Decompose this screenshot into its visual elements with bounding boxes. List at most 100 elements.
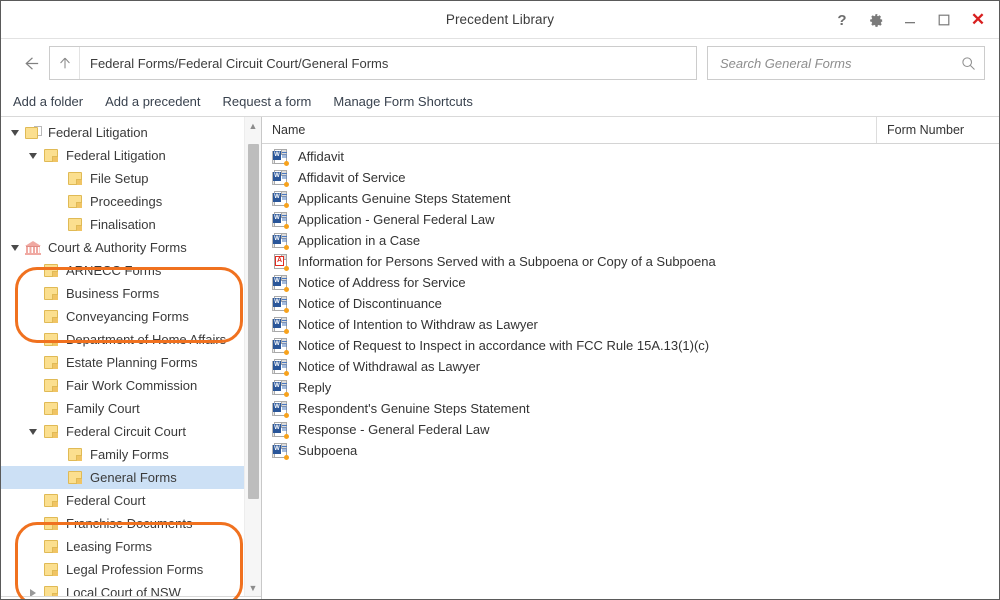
tree-item-court-authority-forms[interactable]: Court & Authority Forms bbox=[1, 236, 244, 259]
expand-triangle-down-icon[interactable] bbox=[25, 420, 41, 443]
word-file-icon: W bbox=[272, 148, 294, 166]
tree-item-franchise-documents[interactable]: Franchise Documents bbox=[1, 512, 244, 535]
folder-icon bbox=[65, 448, 85, 461]
add-a-precedent-link[interactable]: Add a precedent bbox=[105, 94, 200, 109]
word-file-icon: W bbox=[272, 400, 294, 418]
tree-item-federal-court[interactable]: Federal Court bbox=[1, 489, 244, 512]
tree-item-federal-litigation[interactable]: Federal Litigation bbox=[1, 121, 244, 144]
request-a-form-link[interactable]: Request a form bbox=[223, 94, 312, 109]
search-input[interactable] bbox=[718, 54, 961, 72]
folder-tree: Federal Litigation Federal Litigation File… bbox=[1, 117, 244, 596]
close-icon[interactable]: ✕ bbox=[961, 5, 995, 35]
tree-footer: Show all Precedent Profiles « bbox=[1, 596, 261, 599]
word-file-icon: W bbox=[272, 232, 294, 250]
tree-item-leasing-forms[interactable]: Leasing Forms bbox=[1, 535, 244, 558]
help-icon[interactable]: ? bbox=[825, 5, 859, 35]
file-list-row[interactable]: W Response - General Federal Law bbox=[262, 419, 999, 440]
word-file-icon: W bbox=[272, 169, 294, 187]
tree-item-business-forms[interactable]: Business Forms bbox=[1, 282, 244, 305]
tree-item-proceedings[interactable]: Proceedings bbox=[1, 190, 244, 213]
file-list-row[interactable]: W Notice of Discontinuance bbox=[262, 293, 999, 314]
file-name-label: Application in a Case bbox=[298, 233, 421, 248]
file-list-row[interactable]: W Notice of Address for Service bbox=[262, 272, 999, 293]
column-header-name[interactable]: Name bbox=[262, 117, 877, 143]
folder-icon bbox=[41, 517, 61, 530]
tree-item-fair-work-commission[interactable]: Fair Work Commission bbox=[1, 374, 244, 397]
file-list-row[interactable]: W Reply bbox=[262, 377, 999, 398]
back-arrow-icon[interactable] bbox=[15, 46, 47, 80]
column-header-form-number[interactable]: Form Number bbox=[877, 117, 999, 143]
folder-icon bbox=[41, 287, 61, 300]
file-name-label: Notice of Address for Service bbox=[298, 275, 466, 290]
tree-item-family-forms[interactable]: Family Forms bbox=[1, 443, 244, 466]
tree-item-family-court[interactable]: Family Court bbox=[1, 397, 244, 420]
window-controls: ? ✕ bbox=[825, 1, 995, 39]
file-name-label: Notice of Withdrawal as Lawyer bbox=[298, 359, 481, 374]
file-list-panel: Name Form Number W Affidavit W Affidavit of… bbox=[262, 117, 999, 599]
tree-item-department-of-home-affairs[interactable]: Department of Home Affairs bbox=[1, 328, 244, 351]
courthouse-icon bbox=[23, 240, 43, 255]
minimize-icon[interactable] bbox=[893, 5, 927, 35]
file-name-label: Notice of Request to Inspect in accordan… bbox=[298, 338, 710, 353]
file-list-row[interactable]: W Affidavit of Service bbox=[262, 167, 999, 188]
expand-triangle-down-icon[interactable] bbox=[7, 121, 23, 144]
folder-icon bbox=[41, 264, 61, 277]
word-file-icon: W bbox=[272, 316, 294, 334]
folder-icon bbox=[41, 379, 61, 392]
search-icon[interactable] bbox=[961, 56, 976, 71]
gear-icon[interactable] bbox=[859, 5, 893, 35]
add-a-folder-link[interactable]: Add a folder bbox=[13, 94, 83, 109]
list-column-headers: Name Form Number bbox=[262, 117, 999, 144]
expand-triangle-down-icon[interactable] bbox=[25, 144, 41, 167]
file-list-row[interactable]: W Notice of Withdrawal as Lawyer bbox=[262, 356, 999, 377]
tree-item-local-court-of-nsw[interactable]: Local Court of NSW bbox=[1, 581, 244, 596]
tree-item-label: Federal Litigation bbox=[48, 125, 148, 140]
tree-item-estate-planning-forms[interactable]: Estate Planning Forms bbox=[1, 351, 244, 374]
up-arrow-icon[interactable] bbox=[50, 47, 80, 79]
tree-scrollbar[interactable]: ▲ ▼ bbox=[244, 117, 261, 596]
breadcrumb-box[interactable]: Federal Forms/Federal Circuit Court/Gene… bbox=[49, 46, 697, 80]
folder-icon bbox=[65, 471, 85, 484]
expand-triangle-right-icon[interactable] bbox=[25, 581, 41, 596]
file-list-row[interactable]: W Respondent's Genuine Steps Statement bbox=[262, 398, 999, 419]
tree-item-label: Federal Court bbox=[66, 493, 146, 508]
maximize-icon[interactable] bbox=[927, 5, 961, 35]
file-list-row[interactable]: W Notice of Intention to Withdraw as Lawy… bbox=[262, 314, 999, 335]
folder-icon bbox=[41, 563, 61, 576]
scrollbar-thumb[interactable] bbox=[248, 144, 259, 499]
tree-item-finalisation[interactable]: Finalisation bbox=[1, 213, 244, 236]
word-file-icon: W bbox=[272, 274, 294, 292]
file-name-label: Information for Persons Served with a Su… bbox=[298, 254, 716, 269]
file-list-row[interactable]: W Application in a Case bbox=[262, 230, 999, 251]
tree-item-federal-litigation[interactable]: Federal Litigation bbox=[1, 144, 244, 167]
search-box[interactable] bbox=[707, 46, 985, 80]
folder-icon bbox=[41, 149, 61, 162]
file-list-row[interactable]: A Information for Persons Served with a S… bbox=[262, 251, 999, 272]
tree-item-conveyancing-forms[interactable]: Conveyancing Forms bbox=[1, 305, 244, 328]
scroll-down-icon[interactable]: ▼ bbox=[245, 579, 261, 596]
manage-form-shortcuts-link[interactable]: Manage Form Shortcuts bbox=[333, 94, 472, 109]
file-list-row[interactable]: W Application - General Federal Law bbox=[262, 209, 999, 230]
tree-item-federal-circuit-court[interactable]: Federal Circuit Court bbox=[1, 420, 244, 443]
word-file-icon: W bbox=[272, 211, 294, 229]
tree-item-legal-profession-forms[interactable]: Legal Profession Forms bbox=[1, 558, 244, 581]
tree-item-file-setup[interactable]: File Setup bbox=[1, 167, 244, 190]
file-list-row[interactable]: W Subpoena bbox=[262, 440, 999, 461]
scroll-up-icon[interactable]: ▲ bbox=[245, 117, 261, 134]
file-list-row[interactable]: W Notice of Request to Inspect in accorda… bbox=[262, 335, 999, 356]
file-list-row[interactable]: W Affidavit bbox=[262, 146, 999, 167]
tree-item-general-forms[interactable]: General Forms bbox=[1, 466, 244, 489]
tree-item-label: Leasing Forms bbox=[66, 539, 152, 554]
file-list-row[interactable]: W Applicants Genuine Steps Statement bbox=[262, 188, 999, 209]
file-name-label: Subpoena bbox=[298, 443, 358, 458]
tree-item-arnecc-forms[interactable]: ARNECC Forms bbox=[1, 259, 244, 282]
expand-triangle-down-icon[interactable] bbox=[7, 236, 23, 259]
